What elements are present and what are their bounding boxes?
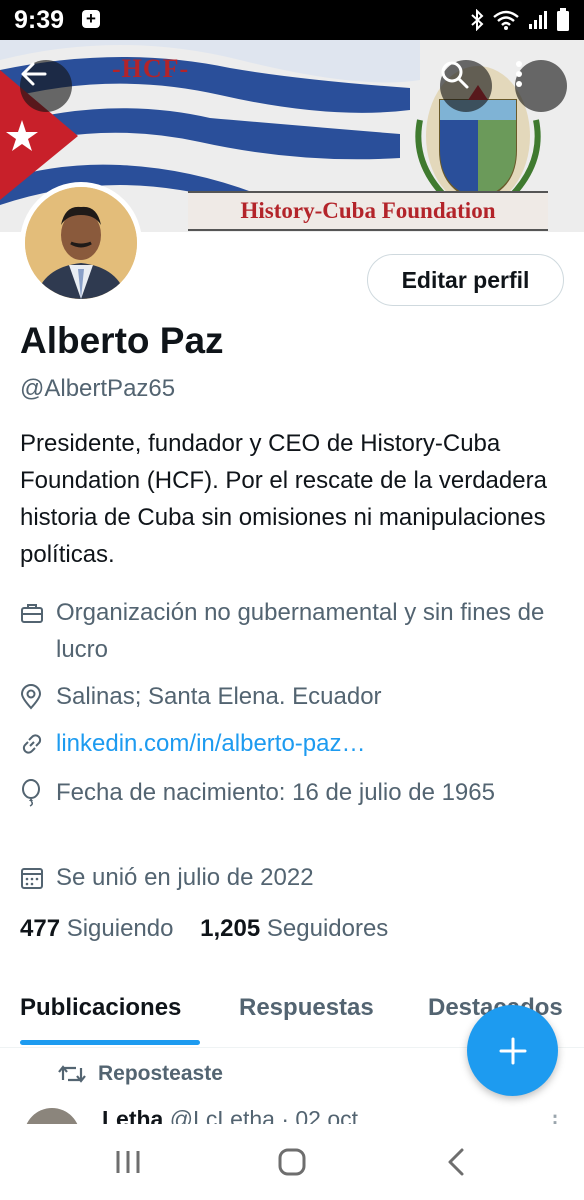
signal-icon <box>529 11 547 29</box>
home-icon <box>278 1148 306 1176</box>
following-count: 477 <box>20 915 61 942</box>
foundation-name: History-Cuba Foundation <box>240 198 496 223</box>
foundation-plate: History-Cuba Foundation <box>188 191 548 231</box>
repost-label: Reposteaste <box>98 1062 223 1085</box>
home-button[interactable] <box>272 1144 312 1180</box>
profile-birthdate: Fecha de nacimiento: 16 de julio de 1965 <box>56 779 495 806</box>
active-tab-indicator <box>20 1040 200 1045</box>
calendar-icon <box>20 859 48 896</box>
back-arrow-icon <box>21 62 47 86</box>
search-button[interactable] <box>440 60 492 112</box>
chevron-left-icon <box>448 1148 464 1176</box>
profile-website-row[interactable]: linkedin.com/in/alberto-paz… <box>20 725 556 762</box>
link-icon <box>20 725 48 762</box>
profile-location-row: Salinas; Santa Elena. Ecuador <box>20 678 556 715</box>
following-label: Siguiendo <box>66 915 174 942</box>
profile-avatar[interactable] <box>20 182 142 304</box>
compose-post-button[interactable] <box>467 1005 558 1096</box>
system-back-button[interactable] <box>436 1144 476 1180</box>
tab-respuestas[interactable]: Respuestas <box>239 994 374 1022</box>
avatar-portrait <box>25 187 137 299</box>
followers-link[interactable]: 1,205 Seguidores <box>200 915 388 942</box>
profile-birthdate-row: Fecha de nacimiento: 16 de julio de 1965 <box>20 774 556 811</box>
edit-profile-button[interactable]: Editar perfil <box>367 254 564 306</box>
back-button[interactable] <box>20 60 72 112</box>
balloon-icon <box>20 774 48 811</box>
follow-stats: 477 Siguiendo 1,205 Seguidores <box>20 915 388 943</box>
followers-count: 1,205 <box>200 915 261 942</box>
status-bar: 9:39 + <box>0 0 584 40</box>
more-options-button[interactable] <box>515 60 567 112</box>
notification-plus-icon: + <box>82 10 100 28</box>
bluetooth-icon <box>471 9 484 31</box>
more-vertical-icon <box>516 61 522 87</box>
system-navigation-bar <box>0 1124 584 1200</box>
recent-apps-button[interactable] <box>108 1144 148 1180</box>
profile-website-link[interactable]: linkedin.com/in/alberto-paz… <box>56 725 556 762</box>
status-time: 9:39 <box>14 6 65 34</box>
battery-icon <box>557 8 569 31</box>
hcf-tag: -HCF- <box>112 54 190 83</box>
profile-joined-date: Se unió en julio de 2022 <box>56 864 314 891</box>
repost-indicator: Reposteaste <box>58 1062 223 1086</box>
profile-name: Alberto Paz <box>20 320 224 361</box>
profile-joined-row: Se unió en julio de 2022 <box>20 859 556 896</box>
tab-publicaciones[interactable]: Publicaciones <box>20 994 181 1022</box>
location-pin-icon <box>20 678 48 715</box>
plus-icon <box>499 1037 526 1064</box>
profile-category-row: Organización no gubernamental y sin fine… <box>20 594 556 668</box>
profile-location: Salinas; Santa Elena. Ecuador <box>56 683 382 710</box>
search-icon <box>441 61 469 89</box>
profile-handle: @AlbertPaz65 <box>20 375 176 402</box>
status-icons <box>470 8 570 32</box>
followers-label: Seguidores <box>266 915 389 942</box>
profile-bio: Presidente, fundador y CEO de History-Cu… <box>20 430 547 568</box>
profile-category: Organización no gubernamental y sin fine… <box>56 599 545 663</box>
recent-apps-icon <box>116 1151 140 1173</box>
repost-icon <box>58 1065 86 1083</box>
wifi-icon <box>493 10 519 30</box>
briefcase-icon <box>20 594 48 631</box>
following-link[interactable]: 477 Siguiendo <box>20 915 173 942</box>
